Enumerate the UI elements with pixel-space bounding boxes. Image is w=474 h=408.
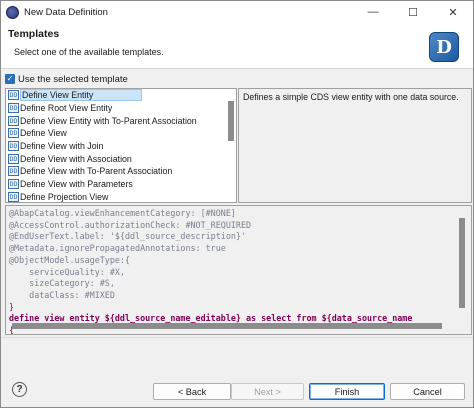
code-line: serviceQuality: #X, [9,266,125,277]
preview-horizontal-scrollbar[interactable] [12,323,442,329]
maximize-button[interactable]: ☐ [393,1,433,23]
ddl-template-icon: DD [8,90,19,101]
ddl-template-icon: DD [8,128,19,139]
template-list-item[interactable]: DD Define View with To-Parent Association [6,165,236,178]
template-list-item[interactable]: DD Define View Entity [6,89,236,102]
template-list-item-label: Define View with Join [20,141,104,152]
template-description: Defines a simple CDS view entity with on… [238,88,472,203]
code-line: dataClass: #MIXED [9,289,115,300]
template-list-item[interactable]: DD Define View [6,127,236,140]
template-list-item-label: Define View with Association [20,153,132,164]
template-list-item-label: Define Projection View [20,191,109,202]
code-line: @Metadata.ignorePropagatedAnnotations: t… [9,243,226,254]
template-list[interactable]: DD Define View Entity DD Define Root View E… [5,88,237,203]
template-description-text: Defines a simple CDS view entity with on… [243,92,459,102]
data-definition-logo-icon: D [429,32,459,62]
eclipse-app-icon [6,5,19,19]
use-template-checkbox-row[interactable]: ✓ Use the selected template [5,73,128,85]
title-bar: New Data Definition — ☐ ✕ [1,1,473,23]
template-preview-code: @AbapCatalog.viewEnhancementCategory: [#… [9,208,412,334]
template-list-item[interactable]: DD Define View with Association [6,152,236,165]
ddl-template-icon: DD [8,103,19,114]
code-line: @AccessControl.authorizationCheck: #NOT_… [9,219,252,230]
next-button[interactable]: Next > [231,383,304,400]
template-list-item[interactable]: DD Define Root View Entity [6,102,236,115]
template-list-item-label: Define View with To-Parent Association [20,166,173,177]
window-controls: — ☐ ✕ [353,1,473,23]
template-list-item[interactable]: DD Define Projection View [6,191,236,203]
template-list-item[interactable]: DD Define View Entity with To-Parent Asso… [6,114,236,127]
ddl-template-icon: DD [8,153,19,164]
use-template-checkbox[interactable]: ✓ [5,74,15,84]
template-list-item[interactable]: DD Define View with Parameters [6,178,236,191]
code-line: sizeCategory: #S, [9,278,115,289]
minimize-button[interactable]: — [353,1,393,23]
code-line: } [9,301,15,312]
ddl-template-icon: DD [8,115,19,126]
page-description: Select one of the available templates. [14,47,164,57]
wizard-header: Templates Select one of the available te… [1,23,473,69]
new-data-definition-dialog: New Data Definition — ☐ ✕ Templates Sele… [0,0,474,408]
ddl-template-icon: DD [8,141,19,152]
code-line: @AbapCatalog.viewEnhancementCategory: [#… [9,208,236,218]
wizard-footer: ? < Back Next > Finish Cancel [1,337,473,407]
template-list-item[interactable]: DD Define View with Join [6,140,236,153]
window-title: New Data Definition [24,6,108,18]
cancel-button[interactable]: Cancel [390,383,465,400]
code-line: @ObjectModel.usageType:{ [9,254,131,265]
template-list-scrollbar[interactable] [228,101,234,141]
finish-button[interactable]: Finish [309,383,385,400]
preview-vertical-scrollbar[interactable] [459,218,465,308]
template-list-item-label: Define View Entity [20,89,143,102]
template-list-item-label: Define View with Parameters [20,179,133,190]
use-template-label: Use the selected template [18,73,128,85]
help-icon[interactable]: ? [12,382,27,397]
ddl-template-icon: DD [8,166,19,177]
template-list-item-label: Define View [20,128,67,139]
template-preview: @AbapCatalog.viewEnhancementCategory: [#… [5,205,472,335]
code-line: @EndUserText.label: '${ddl_source_descri… [9,231,246,242]
template-list-item-label: Define View Entity with To-Parent Associ… [20,115,197,126]
ddl-template-icon: DD [8,191,19,202]
page-title: Templates [8,28,60,40]
back-button[interactable]: < Back [153,383,231,400]
ddl-template-icon: DD [8,179,19,190]
template-list-item-label: Define Root View Entity [20,103,113,114]
close-button[interactable]: ✕ [433,1,473,23]
